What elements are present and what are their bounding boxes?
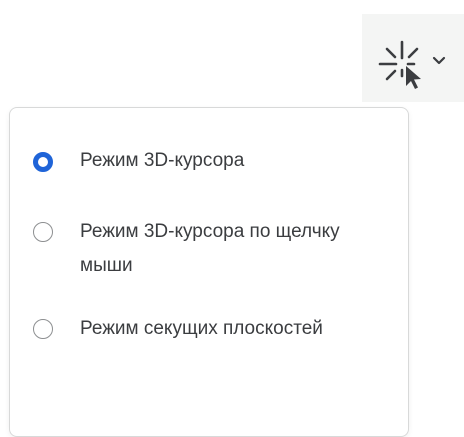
radio-unselected-icon[interactable] [33,319,53,339]
option-section-planes-mode[interactable]: Режим секущих плоскостей [10,313,408,385]
radio-unselected-icon[interactable] [33,222,53,242]
option-3d-cursor-click-mode[interactable]: Режим 3D-курсора по щелчку мыши [10,216,408,288]
option-label: Режим 3D-курсора по щелчку мыши [80,221,340,276]
option-label: Режим 3D-курсора [80,150,245,171]
cursor-3d-icon [378,40,421,89]
option-label: Режим секущих плоскостей [80,318,323,339]
cursor-mode-button[interactable] [362,14,464,102]
option-3d-cursor-mode[interactable]: Режим 3D-курсора [10,138,408,186]
chevron-down-icon [432,56,446,65]
cursor-mode-menu: Режим 3D-курсора Режим 3D-курсора по щел… [9,107,409,437]
radio-selected-icon[interactable] [33,152,53,172]
